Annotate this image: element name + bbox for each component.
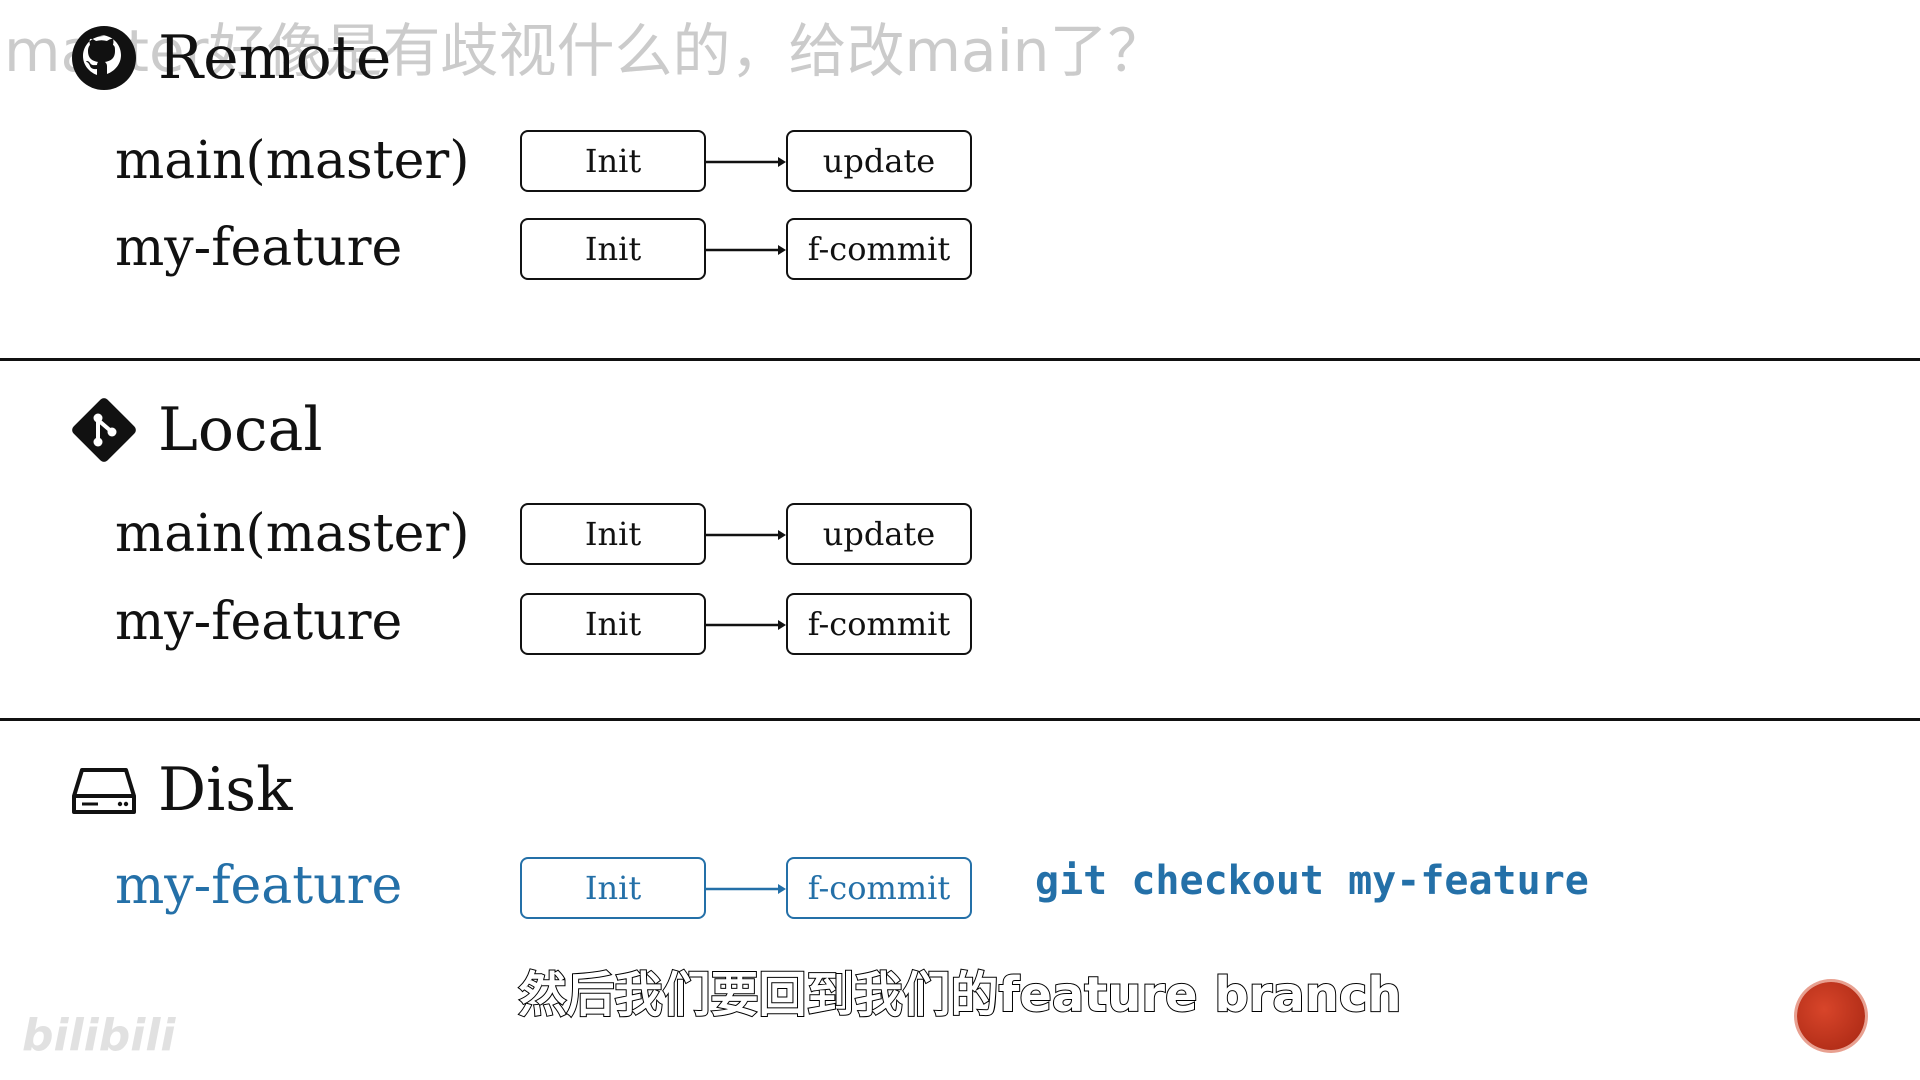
section-title-text: Disk [158, 755, 293, 825]
disk-icon [72, 768, 136, 814]
git-command-text: git checkout my-feature [1035, 858, 1589, 904]
bilibili-watermark: bilibili [22, 1010, 176, 1061]
commit-node: f-commit [786, 593, 972, 655]
commit-node: Init [520, 503, 706, 565]
branch-label-remote-main: main(master) [115, 131, 470, 191]
section-title-text: Remote [158, 23, 392, 93]
github-icon [72, 26, 136, 90]
branch-label-local-main: main(master) [115, 504, 470, 564]
commit-node: f-commit [786, 218, 972, 280]
commit-arrow [706, 157, 786, 167]
branch-label-local-feature: my-feature [115, 592, 403, 652]
record-dot-icon [1797, 982, 1865, 1050]
commit-node: Init [520, 857, 706, 919]
commit-node: Init [520, 218, 706, 280]
section-title-text: Local [158, 395, 323, 465]
branch-label-disk-feature: my-feature [115, 856, 403, 916]
commit-arrow [706, 245, 786, 255]
section-title-remote: Remote [68, 22, 391, 94]
section-title-disk: Disk [68, 754, 292, 826]
commit-node: Init [520, 593, 706, 655]
git-icon [72, 398, 136, 462]
commit-node: update [786, 130, 972, 192]
commit-arrow [706, 620, 786, 630]
section-divider [0, 358, 1920, 361]
section-title-local: Local [68, 394, 323, 466]
section-divider [0, 718, 1920, 721]
branch-label-remote-feature: my-feature [115, 218, 403, 278]
commit-arrow [706, 530, 786, 540]
video-subtitle: 然后我们要回到我们的feature branch [517, 966, 1402, 1024]
commit-arrow [706, 884, 786, 894]
commit-node: update [786, 503, 972, 565]
commit-node: f-commit [786, 857, 972, 919]
commit-node: Init [520, 130, 706, 192]
